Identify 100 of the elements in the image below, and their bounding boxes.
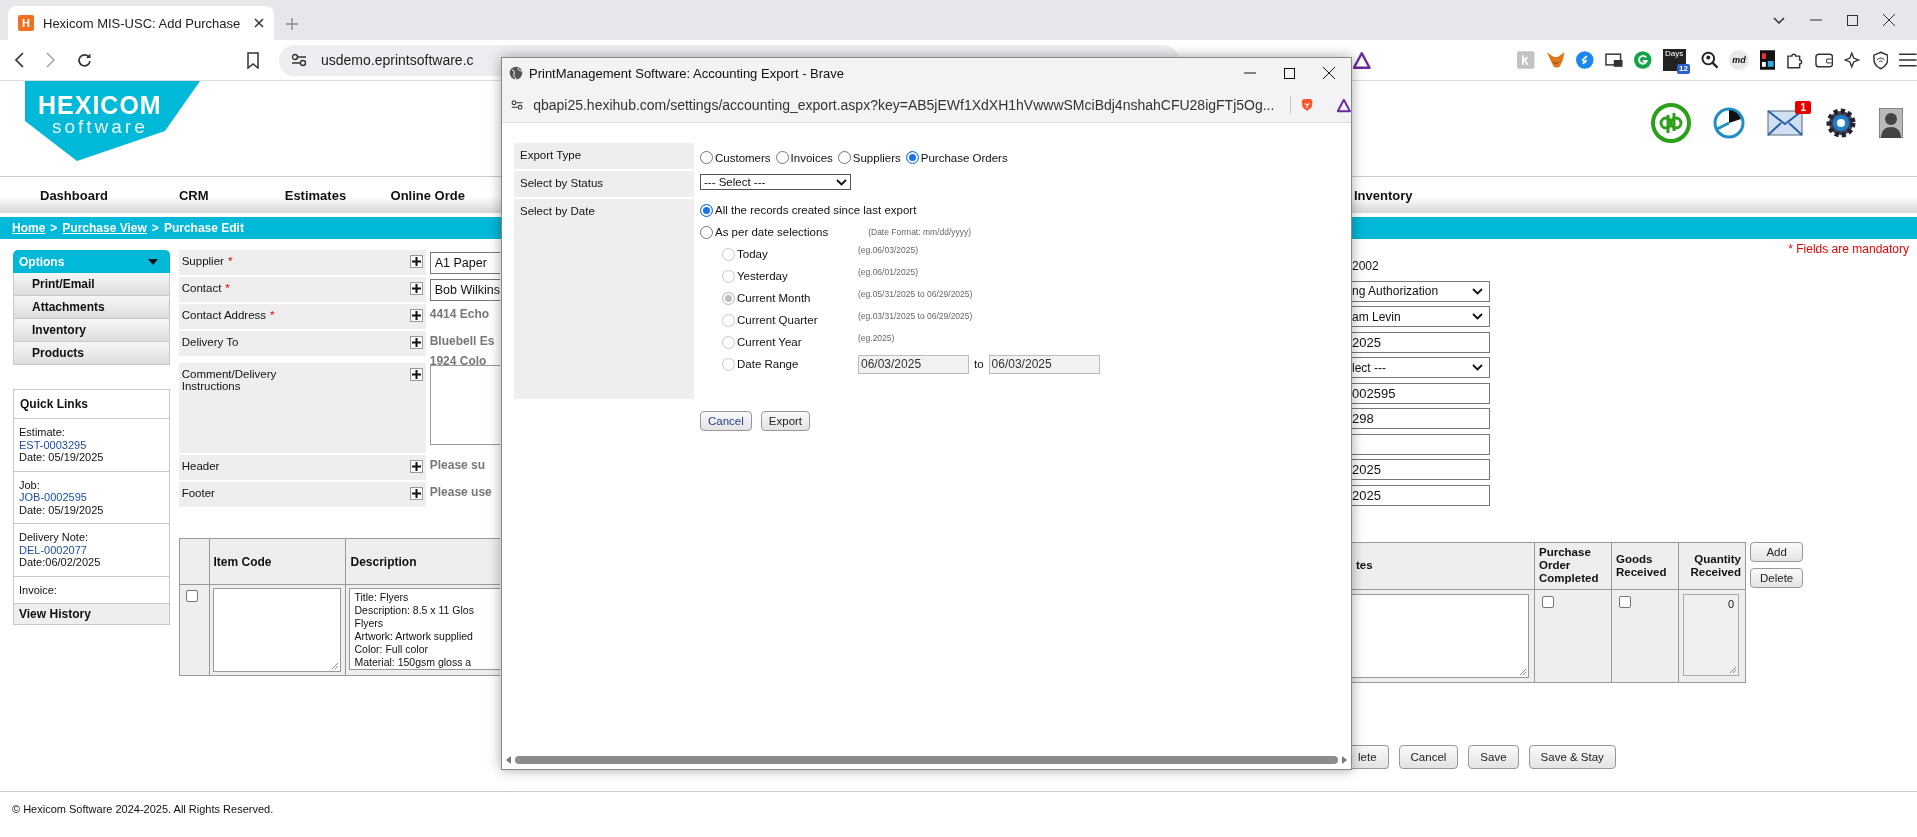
puzzle-icon[interactable] [1786, 51, 1804, 69]
close-icon[interactable] [1883, 14, 1895, 26]
close-icon[interactable] [1323, 67, 1335, 79]
add-button[interactable] [409, 487, 423, 500]
description-box[interactable]: Title: Flyers Description: 8.5 x 11 Glos Flyers Artwork: Artwork supplied Color: Full color Material: 150gsm gloss a [349, 588, 500, 670]
input-field[interactable] [1352, 433, 1490, 455]
wallet-icon[interactable] [1814, 52, 1834, 68]
qb-logo-icon[interactable] [1651, 103, 1691, 143]
nav-item[interactable]: Online Orde [390, 187, 500, 203]
record-link[interactable]: JOB-0002595 [19, 491, 164, 504]
fox-icon[interactable] [1545, 51, 1565, 69]
pie-chart-icon[interactable] [1713, 107, 1745, 139]
select-field[interactable]: am Levin [1352, 306, 1490, 327]
forward-icon[interactable] [46, 52, 56, 68]
table-action-button[interactable]: Add [1750, 541, 1804, 562]
triangle-logo-icon[interactable] [1337, 96, 1351, 114]
radio-button[interactable] [700, 225, 713, 239]
chevron-down-icon[interactable] [1773, 16, 1785, 24]
plus-icon [411, 462, 421, 471]
nav-item[interactable]: Estimates [284, 187, 391, 203]
input-field[interactable]: 2025 [1352, 484, 1490, 506]
add-button[interactable] [409, 336, 423, 349]
checkbox[interactable] [1619, 595, 1631, 608]
required-mark: * [225, 282, 230, 294]
text-area[interactable] [429, 365, 500, 445]
hint-text: Please use [429, 484, 493, 501]
required-mark: * [270, 309, 275, 321]
radio-button[interactable] [775, 151, 789, 164]
options-menu-item[interactable]: Products [13, 342, 170, 365]
tune-icon[interactable] [511, 98, 524, 112]
text-area[interactable] [212, 588, 341, 672]
dialog-button[interactable]: Export [760, 411, 811, 431]
input-field[interactable]: Bob Wilkins [429, 279, 500, 301]
triangle-logo-icon[interactable] [1353, 51, 1371, 69]
avatar-icon[interactable] [1879, 108, 1903, 138]
select-field[interactable]: --- Select --- [700, 174, 851, 190]
nav-item[interactable]: Dashboard [40, 187, 179, 203]
form-button[interactable]: lete [1352, 744, 1389, 769]
maximize-icon[interactable] [1847, 14, 1858, 26]
dialog-button[interactable]: Cancel [700, 411, 752, 431]
nav-item[interactable]: Inventory [1354, 188, 1413, 203]
radio-button[interactable] [905, 151, 919, 164]
select-field[interactable]: lect --- [1352, 357, 1490, 378]
checkbox[interactable] [185, 590, 198, 602]
table-action-button[interactable]: Delete [1750, 567, 1804, 588]
menu-icon[interactable] [1899, 53, 1917, 67]
reload-icon[interactable] [76, 51, 93, 69]
options-menu-item[interactable]: Inventory [13, 319, 170, 342]
radio-button[interactable] [700, 203, 713, 217]
tiles-icon[interactable] [1759, 50, 1776, 70]
back-icon[interactable] [14, 52, 24, 68]
extension-icon[interactable] [1634, 51, 1652, 69]
quantity-field[interactable]: 0 [1683, 593, 1739, 676]
maximize-icon[interactable] [1284, 67, 1295, 79]
lion-shield-icon[interactable] [1301, 96, 1314, 114]
text-area[interactable] [1352, 593, 1529, 678]
record-link[interactable]: EST-0003295 [19, 438, 164, 451]
picture-in-picture-icon[interactable] [1604, 52, 1623, 68]
input-field[interactable]: A1 Paper [429, 252, 500, 274]
input-field[interactable]: 298 [1352, 408, 1490, 429]
scroll-right-icon[interactable] [1342, 756, 1347, 764]
browser-tab[interactable]: H Hexicom MIS-USC: Add Purchase [8, 6, 274, 40]
shield-icon[interactable] [1872, 50, 1889, 70]
link-label: Delivery Note: [19, 531, 90, 544]
nav-item[interactable]: CRM [178, 187, 285, 203]
sparkle-icon[interactable] [1844, 51, 1862, 69]
resize-grip-icon [330, 662, 339, 670]
input-field[interactable]: 002595 [1352, 382, 1490, 404]
form-button[interactable]: Cancel [1398, 744, 1459, 769]
panel-title: Quick Links [20, 397, 89, 411]
new-tab-icon[interactable] [286, 18, 298, 30]
tune-icon [291, 53, 307, 67]
radio-button[interactable] [837, 151, 851, 164]
extension-icon[interactable] [1576, 51, 1594, 69]
form-button[interactable]: Save [1468, 744, 1519, 769]
radio-button[interactable] [700, 151, 713, 164]
settings-icon[interactable] [1825, 107, 1857, 139]
extension-icon[interactable]: md [1729, 50, 1749, 70]
options-menu-item[interactable]: Attachments [13, 296, 170, 319]
checkbox[interactable] [1542, 595, 1554, 608]
field-label: Delivery To [181, 336, 239, 348]
column-header: Item Code [213, 554, 272, 569]
bookmark-icon[interactable] [247, 51, 259, 69]
add-button[interactable] [409, 282, 423, 295]
mail-icon[interactable] [1767, 110, 1803, 136]
input-field[interactable]: 2025 [1352, 331, 1490, 353]
add-button[interactable] [409, 309, 423, 322]
radio-label: Customers [715, 151, 771, 164]
record-link[interactable]: DEL-0002077 [19, 543, 164, 556]
scroll-left-icon[interactable] [506, 756, 511, 764]
add-button[interactable] [409, 255, 423, 268]
input-field[interactable]: 2025 [1352, 459, 1490, 480]
form-button[interactable]: Save & Stay [1528, 744, 1616, 769]
select-field[interactable]: ng Authorization [1352, 280, 1490, 302]
search-icon[interactable] [1700, 51, 1719, 69]
add-button[interactable] [409, 368, 423, 381]
add-button[interactable] [409, 460, 423, 473]
hint-text: Please su [429, 457, 487, 474]
close-icon[interactable] [254, 18, 264, 28]
options-menu-item[interactable]: Print/Email [13, 273, 170, 296]
